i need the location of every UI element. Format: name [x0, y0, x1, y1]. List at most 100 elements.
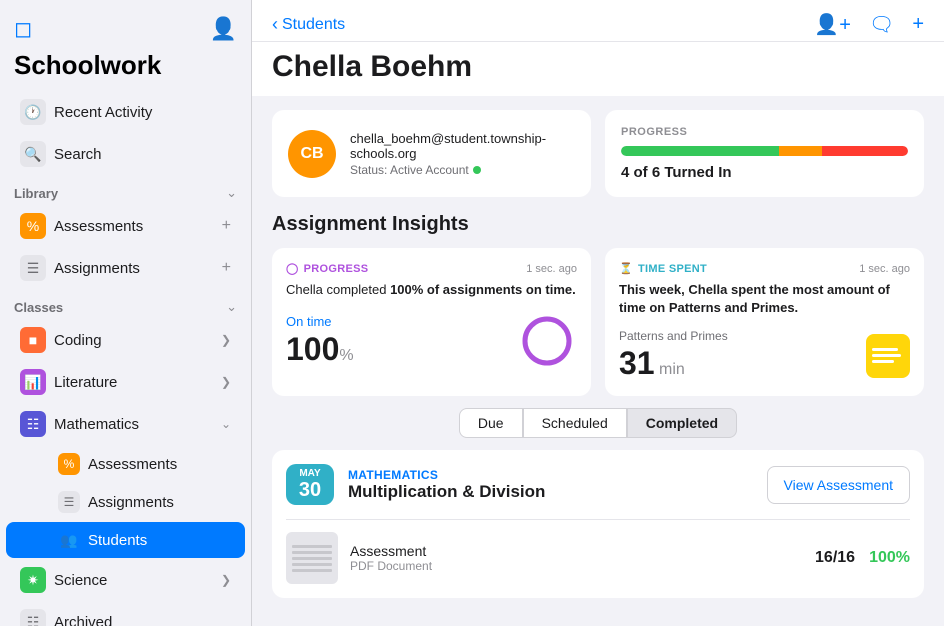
doc-thumbnail [286, 532, 338, 584]
tabs-row: Due Scheduled Completed [272, 408, 924, 438]
topbar-left: ‹ Students [272, 14, 345, 35]
students-icon: 👥 [58, 529, 80, 551]
insight-header-progress: ◯ PROGRESS 1 sec. ago [286, 262, 577, 275]
sidebar-item-literature[interactable]: 📊 Literature ❯ [6, 362, 245, 402]
math-assignments-label: Assignments [88, 494, 231, 511]
insight-progress-stats: On time 100% [286, 314, 354, 368]
insight-time-content: Patterns and Primes 31 min [619, 329, 910, 382]
sidebar-item-science[interactable]: ✷ Science ❯ [6, 560, 245, 600]
search-icon: 🔍 [20, 141, 46, 167]
notes-icon [866, 334, 910, 378]
mathematics-icon: ☷ [20, 411, 46, 437]
assignment-meta: MATHEMATICS Multiplication & Division [348, 468, 753, 502]
sidebar-item-math-assessments[interactable]: % Assessments [6, 446, 245, 482]
content-area: CB chella_boehm@student.township-schools… [252, 96, 944, 626]
classes-section-title: Classes [14, 300, 63, 315]
insight-card-time: ⏳ TIME SPENT 1 sec. ago This week, Chell… [605, 248, 924, 396]
doc-type: PDF Document [350, 559, 803, 573]
doc-line-4 [292, 563, 332, 566]
avatar-icon[interactable]: 👤 [210, 16, 237, 42]
app-title: Schoolwork [0, 50, 251, 91]
progress-summary: 4 of 6 Turned In [621, 164, 908, 181]
insight-type-progress: ◯ PROGRESS [286, 262, 368, 275]
science-icon: ✷ [20, 567, 46, 593]
classes-chevron-icon[interactable]: ⌄ [226, 299, 237, 315]
assessments-label: Assessments [54, 218, 218, 235]
sidebar-item-archived[interactable]: ☷ Archived [6, 602, 245, 626]
student-status: Status: Active Account [350, 163, 575, 177]
tab-scheduled[interactable]: Scheduled [523, 408, 627, 438]
tab-due[interactable]: Due [459, 408, 523, 438]
library-chevron-icon[interactable]: ⌄ [226, 185, 237, 201]
on-time-label: On time [286, 314, 354, 329]
message-icon[interactable]: 🗨 [869, 12, 894, 37]
progress-circle-icon: ◯ [286, 262, 299, 275]
coding-chevron-icon: ❯ [221, 333, 231, 347]
sidebar-item-assignments[interactable]: ☰ Assignments + [6, 248, 245, 288]
topbar-right: 👤+ 🗨 + [814, 12, 924, 37]
doc-lines [292, 545, 332, 572]
status-dot-icon [473, 166, 481, 174]
math-assignments-icon: ☰ [58, 491, 80, 513]
view-assessment-button[interactable]: View Assessment [767, 466, 910, 504]
add-assessments-icon[interactable]: + [222, 217, 231, 235]
main-content: ‹ Students 👤+ 🗨 + Chella Boehm CB chella… [252, 0, 944, 626]
doc-scores: 16/16 100% [815, 549, 910, 567]
date-day: 30 [286, 479, 334, 501]
plus-icon[interactable]: + [912, 13, 924, 36]
literature-label: Literature [54, 374, 217, 391]
mathematics-label: Mathematics [54, 416, 217, 433]
back-button[interactable]: ‹ Students [272, 14, 345, 35]
sidebar-item-math-students[interactable]: 👥 Students [6, 522, 245, 558]
student-card: CB chella_boehm@student.township-schools… [272, 110, 591, 197]
library-section-header: Library ⌄ [0, 175, 251, 205]
sidebar-item-coding[interactable]: ■ Coding ❯ [6, 320, 245, 360]
coding-icon: ■ [20, 327, 46, 353]
insight-progress-time: 1 sec. ago [526, 263, 577, 275]
insights-row: ◯ PROGRESS 1 sec. ago Chella completed 1… [272, 248, 924, 396]
coding-label: Coding [54, 332, 217, 349]
insight-header-time: ⏳ TIME SPENT 1 sec. ago [619, 262, 910, 275]
sidebar-item-mathematics[interactable]: ☷ Mathematics ⌄ [6, 404, 245, 444]
sidebar-item-search[interactable]: 🔍 Search [6, 134, 245, 174]
sidebar-item-math-assignments[interactable]: ☰ Assignments [6, 484, 245, 520]
doc-line-2 [292, 551, 332, 554]
date-badge: MAY 30 [286, 464, 334, 505]
student-email: chella_boehm@student.township-schools.or… [350, 131, 575, 161]
sidebar-item-recent-activity[interactable]: 🕐 Recent Activity [6, 92, 245, 132]
literature-chevron-icon: ❯ [221, 375, 231, 389]
topbar: ‹ Students 👤+ 🗨 + [252, 0, 944, 42]
recent-activity-label: Recent Activity [54, 104, 231, 121]
clock-icon: 🕐 [20, 99, 46, 125]
insight-card-progress: ◯ PROGRESS 1 sec. ago Chella completed 1… [272, 248, 591, 396]
back-label: Students [282, 16, 345, 34]
assignment-card: MAY 30 MATHEMATICS Multiplication & Divi… [272, 450, 924, 598]
insight-progress-label: PROGRESS [304, 263, 369, 275]
patterns-value: 31 [619, 345, 655, 381]
sidebar-item-assessments[interactable]: % Assessments + [6, 206, 245, 246]
insight-time-ago: 1 sec. ago [859, 263, 910, 275]
avatar: CB [288, 130, 336, 178]
science-chevron-icon: ❯ [221, 573, 231, 587]
math-assessments-icon: % [58, 453, 80, 475]
assignments-label: Assignments [54, 260, 218, 277]
tab-completed[interactable]: Completed [627, 408, 737, 438]
patterns-unit: min [655, 361, 685, 378]
sidebar-toggle-icon[interactable]: ◻ [14, 16, 32, 42]
sidebar: ◻ 👤 Schoolwork 🕐 Recent Activity 🔍 Searc… [0, 0, 252, 626]
on-time-value: 100 [286, 331, 339, 367]
math-assessments-label: Assessments [88, 456, 231, 473]
doc-line-1 [292, 545, 332, 548]
add-person-icon[interactable]: 👤+ [814, 12, 851, 37]
doc-name: Assessment [350, 543, 803, 559]
doc-info: Assessment PDF Document [350, 543, 803, 573]
page-header: Chella Boehm [252, 42, 944, 96]
assignment-name: Multiplication & Division [348, 482, 753, 502]
insights-title: Assignment Insights [272, 213, 924, 236]
students-label: Students [88, 532, 231, 549]
library-section-title: Library [14, 186, 58, 201]
assignment-header: MAY 30 MATHEMATICS Multiplication & Divi… [286, 464, 910, 505]
assignments-icon: ☰ [20, 255, 46, 281]
add-assignments-icon[interactable]: + [222, 259, 231, 277]
donut-chart [517, 311, 577, 371]
